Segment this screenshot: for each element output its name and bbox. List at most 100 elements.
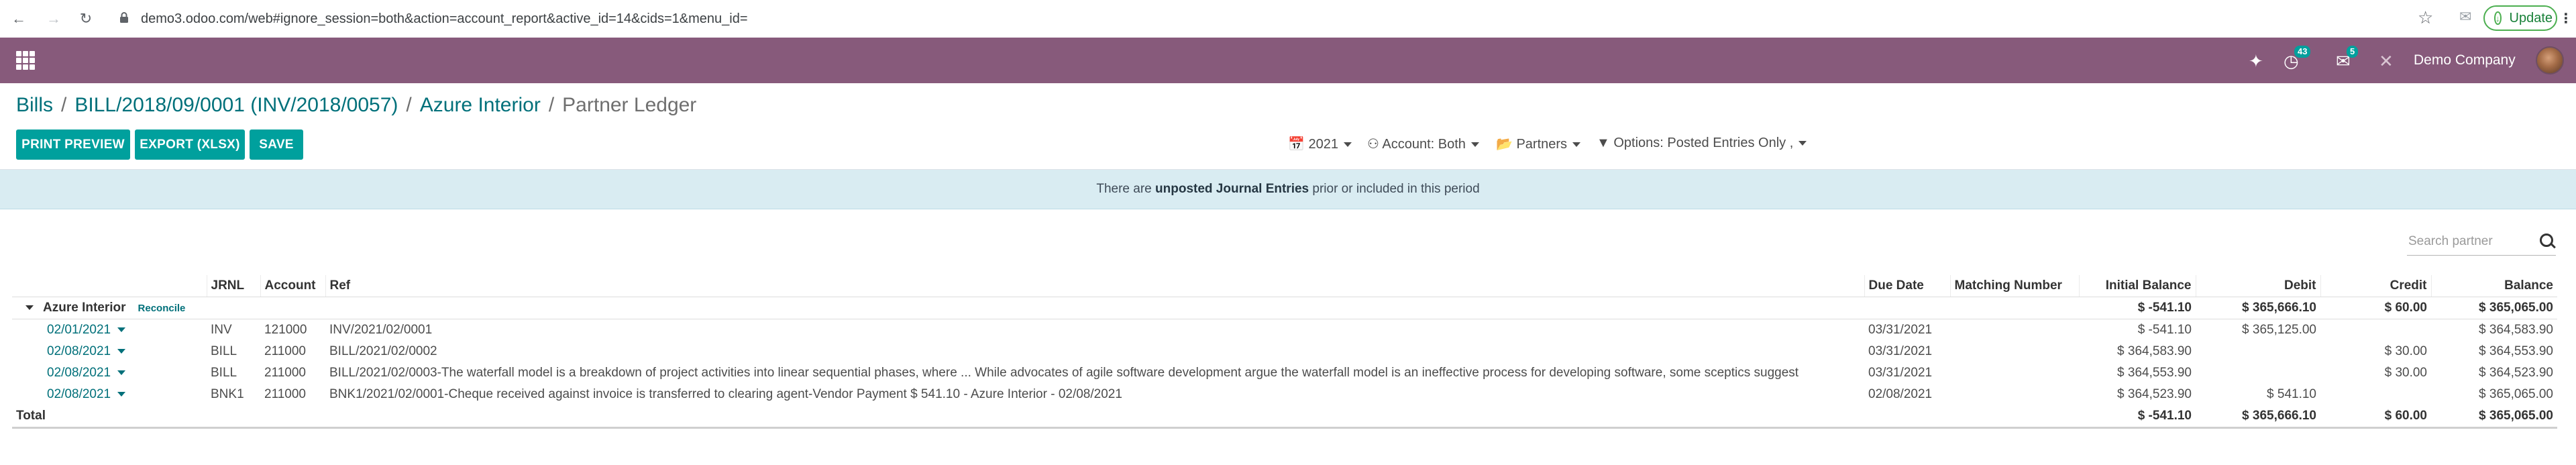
row-date[interactable]: 02/08/2021	[12, 384, 207, 405]
row-dropdown-icon[interactable]	[117, 392, 126, 397]
user-avatar[interactable]	[2536, 46, 2564, 74]
header-matching-number: Matching Number	[1949, 275, 2079, 297]
breadcrumb-partner[interactable]: Azure Interior	[420, 94, 541, 116]
breadcrumb-bills[interactable]: Bills	[16, 94, 53, 116]
user-icon: ⚇	[1367, 137, 1379, 152]
row-due-date: 03/31/2021	[1868, 323, 1933, 337]
row-initial-balance: $ 364,553.90	[2117, 366, 2192, 380]
row-dropdown-icon[interactable]	[117, 370, 126, 376]
partner-ledger-table: JRNL Account Ref Due Date Matching Numbe…	[12, 275, 2557, 429]
row-balance: $ 364,523.90	[2479, 366, 2553, 380]
address-bar[interactable]: demo3.odoo.com/web#ignore_session=both&a…	[102, 5, 2436, 32]
partner-balance: $ 365,065.00	[2431, 297, 2557, 319]
partner-search	[2407, 231, 2556, 256]
row-credit	[2320, 319, 2431, 342]
period-label: 2021	[1308, 137, 1338, 152]
options-filter[interactable]: ▼ Options: Posted Entries Only ,	[1597, 136, 1807, 151]
total-row: Total $ -541.10 $ 365,666.10 $ 60.00 $ 3…	[12, 405, 2557, 429]
partners-filter[interactable]: 📂 Partners	[1496, 136, 1581, 152]
row-ref: BNK1/2021/02/0001-Cheque received agains…	[329, 387, 1122, 401]
banner-text-pre: There are	[1096, 182, 1156, 196]
row-account: 121000	[264, 323, 307, 337]
bookmark-star-icon[interactable]: ☆	[2418, 7, 2433, 28]
unposted-entries-banner: There are unposted Journal Entries prior…	[0, 170, 2576, 209]
search-partner-input[interactable]	[2407, 231, 2530, 252]
table-row: 02/08/2021 BILL 211000 BILL/2021/02/0003…	[12, 362, 2557, 384]
app-menu-icon[interactable]	[16, 51, 35, 70]
caret-down-icon	[1799, 141, 1807, 146]
header-ref: Ref	[325, 275, 1864, 297]
header-debit: Debit	[2195, 275, 2320, 297]
breadcrumb-separator: /	[548, 94, 555, 116]
row-date[interactable]: 02/01/2021	[12, 319, 207, 342]
top-navbar: ✦ ◷ 43 ✉ 5 ✕ Demo Company	[0, 38, 2576, 83]
row-jrnl: BILL	[211, 344, 237, 358]
row-balance: $ 365,065.00	[2479, 387, 2553, 401]
row-balance: $ 364,553.90	[2479, 344, 2553, 358]
extension-icon[interactable]: ✉	[2459, 8, 2471, 25]
row-credit: $ 30.00	[2384, 366, 2427, 380]
date-text[interactable]: 02/08/2021	[47, 387, 111, 401]
partner-row[interactable]: Azure Interior Reconcile $ -541.10 $ 365,…	[12, 297, 2557, 319]
row-jrnl: BILL	[211, 366, 237, 380]
collapse-caret-icon[interactable]	[25, 305, 34, 311]
company-switcher[interactable]: Demo Company	[2414, 52, 2516, 68]
partner-name[interactable]: Azure Interior	[43, 301, 126, 315]
row-debit: $ 541.10	[2267, 387, 2316, 401]
bug-icon[interactable]: ✦	[2249, 51, 2263, 72]
forward-arrow-icon[interactable]: →	[44, 9, 63, 28]
close-icon[interactable]: ✕	[2379, 51, 2394, 72]
partner-credit: $ 60.00	[2320, 297, 2431, 319]
total-credit: $ 60.00	[2320, 405, 2431, 429]
messages-icon[interactable]: ✉ 5	[2336, 46, 2359, 72]
export-xlsx-button[interactable]: EXPORT (XLSX)	[135, 130, 245, 160]
table-row: 02/08/2021 BILL 211000 BILL/2021/02/0002…	[12, 341, 2557, 362]
update-button[interactable]: ↓ Update ⋮	[2483, 5, 2573, 31]
total-debit: $ 365,666.10	[2196, 405, 2320, 429]
empty-cell	[325, 405, 1864, 429]
reconcile-link[interactable]: Reconcile	[138, 303, 186, 314]
url-text[interactable]: demo3.odoo.com/web#ignore_session=both&a…	[141, 11, 748, 27]
header-account: Account	[260, 275, 325, 297]
partner-cell[interactable]: Azure Interior Reconcile	[12, 297, 207, 319]
back-arrow-icon[interactable]: ←	[9, 9, 28, 28]
search-icon[interactable]	[2540, 234, 2553, 247]
row-due-date: 03/31/2021	[1868, 366, 1933, 380]
print-preview-button[interactable]: PRINT PREVIEW	[16, 130, 130, 160]
row-matching	[1950, 362, 2079, 384]
row-dropdown-icon[interactable]	[117, 327, 126, 333]
reload-icon[interactable]: ↻	[76, 9, 95, 28]
browser-toolbar: ← → ↻ demo3.odoo.com/web#ignore_session=…	[0, 0, 2576, 38]
empty-cell	[260, 297, 325, 319]
breadcrumb: Bills / BILL/2018/09/0001 (INV/2018/0057) /…	[16, 94, 696, 117]
activity-icon[interactable]: ◷ 43	[2284, 46, 2311, 72]
folder-icon: 📂	[1496, 137, 1513, 152]
empty-cell	[325, 297, 1864, 319]
row-dropdown-icon[interactable]	[117, 349, 126, 354]
row-due-date: 03/31/2021	[1868, 344, 1933, 358]
banner-text-bold[interactable]: unposted Journal Entries	[1155, 182, 1309, 196]
caret-down-icon	[1470, 142, 1479, 148]
row-initial-balance: $ 364,523.90	[2117, 387, 2192, 401]
date-text[interactable]: 02/08/2021	[47, 366, 111, 380]
breadcrumb-bill[interactable]: BILL/2018/09/0001 (INV/2018/0057)	[74, 94, 398, 116]
breadcrumb-separator: /	[406, 94, 412, 116]
period-filter[interactable]: 📅 2021	[1288, 136, 1352, 152]
date-text[interactable]: 02/01/2021	[47, 323, 111, 337]
breadcrumb-current: Partner Ledger	[562, 94, 697, 116]
empty-cell	[260, 405, 325, 429]
total-label: Total	[12, 405, 207, 429]
save-button[interactable]: SAVE	[250, 130, 303, 160]
row-ref: INV/2021/02/0001	[329, 323, 433, 337]
browser-menu-icon[interactable]: ⋮	[2559, 10, 2573, 27]
row-date[interactable]: 02/08/2021	[12, 362, 207, 384]
row-date[interactable]: 02/08/2021	[12, 341, 207, 362]
row-credit	[2320, 384, 2431, 405]
account-filter[interactable]: ⚇ Account: Both	[1367, 136, 1479, 152]
table-row: 02/01/2021 INV 121000 INV/2021/02/0001 0…	[12, 319, 2557, 342]
filter-icon: ▼	[1597, 136, 1610, 150]
row-debit	[2196, 362, 2320, 384]
date-text[interactable]: 02/08/2021	[47, 344, 111, 358]
row-matching	[1950, 341, 2079, 362]
update-label: Update	[2509, 10, 2553, 25]
